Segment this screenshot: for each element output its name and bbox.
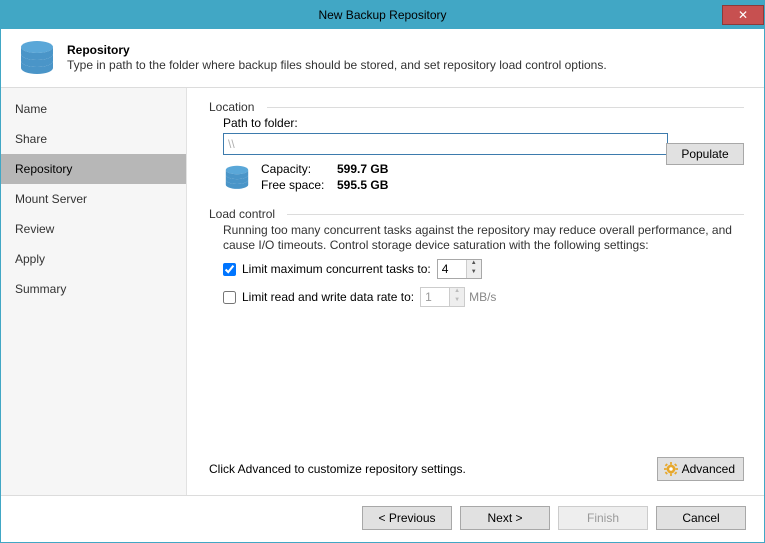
sidebar-item-apply[interactable]: Apply [1, 244, 186, 274]
chevron-down-icon[interactable]: ▼ [467, 269, 481, 278]
cancel-button[interactable]: Cancel [656, 506, 746, 530]
load-control-legend: Load control [209, 207, 744, 221]
previous-button[interactable]: < Previous [362, 506, 452, 530]
path-input[interactable] [223, 133, 668, 155]
advanced-button[interactable]: Advanced [657, 457, 744, 481]
limit-rate-unit: MB/s [469, 290, 496, 304]
path-label: Path to folder: [223, 116, 744, 130]
sidebar-item-repository[interactable]: Repository [1, 154, 186, 184]
limit-rate-spinner: ▲ ▼ [420, 287, 465, 307]
limit-tasks-checkbox[interactable] [223, 263, 236, 276]
advanced-hint: Click Advanced to customize repository s… [209, 462, 466, 476]
sidebar-item-mount-server[interactable]: Mount Server [1, 184, 186, 214]
capacity-row: Capacity: 599.7 GB Free space: 595.5 GB [223, 161, 744, 193]
gear-icon [664, 462, 678, 476]
limit-rate-label: Limit read and write data rate to: [242, 290, 414, 304]
titlebar: New Backup Repository ✕ [1, 1, 764, 29]
limit-rate-row: Limit read and write data rate to: ▲ ▼ M… [223, 287, 744, 307]
content-panel: Location Path to folder: Capa [187, 88, 764, 495]
header: Repository Type in path to the folder wh… [1, 29, 764, 88]
limit-rate-checkbox[interactable] [223, 291, 236, 304]
body: Name Share Repository Mount Server Revie… [1, 88, 764, 495]
capacity-label: Capacity: [261, 161, 337, 177]
limit-tasks-row: Limit maximum concurrent tasks to: ▲ ▼ [223, 259, 744, 279]
load-control-description: Running too many concurrent tasks agains… [223, 223, 744, 253]
sidebar-item-summary[interactable]: Summary [1, 274, 186, 304]
chevron-down-icon: ▼ [450, 297, 464, 306]
chevron-up-icon[interactable]: ▲ [467, 260, 481, 269]
sidebar-item-review[interactable]: Review [1, 214, 186, 244]
limit-tasks-spinner[interactable]: ▲ ▼ [437, 259, 482, 279]
limit-rate-value [421, 288, 449, 306]
load-control-group: Load control Running too many concurrent… [209, 207, 744, 315]
sidebar-item-name[interactable]: Name [1, 94, 186, 124]
free-space-label: Free space: [261, 177, 337, 193]
capacity-value: 599.7 GB [337, 161, 388, 177]
advanced-button-label: Advanced [682, 462, 735, 476]
sidebar-item-share[interactable]: Share [1, 124, 186, 154]
location-group: Location Path to folder: Capa [209, 100, 744, 193]
finish-button: Finish [558, 506, 648, 530]
window-title: New Backup Repository [318, 8, 446, 22]
populate-button[interactable]: Populate [666, 143, 744, 165]
close-button[interactable]: ✕ [722, 5, 764, 25]
dialog-window: New Backup Repository ✕ Repository Type … [0, 0, 765, 543]
close-icon: ✕ [738, 9, 748, 21]
sidebar: Name Share Repository Mount Server Revie… [1, 88, 187, 495]
repository-icon [17, 37, 57, 77]
page-title: Repository [67, 43, 752, 57]
limit-tasks-value[interactable] [438, 260, 466, 278]
chevron-up-icon: ▲ [450, 288, 464, 297]
free-space-value: 595.5 GB [337, 177, 388, 193]
drive-icon [223, 163, 251, 191]
advanced-row: Click Advanced to customize repository s… [209, 457, 744, 495]
page-description: Type in path to the folder where backup … [67, 58, 752, 72]
footer: < Previous Next > Finish Cancel [1, 495, 764, 542]
next-button[interactable]: Next > [460, 506, 550, 530]
location-legend: Location [209, 100, 744, 114]
limit-tasks-label: Limit maximum concurrent tasks to: [242, 262, 431, 276]
